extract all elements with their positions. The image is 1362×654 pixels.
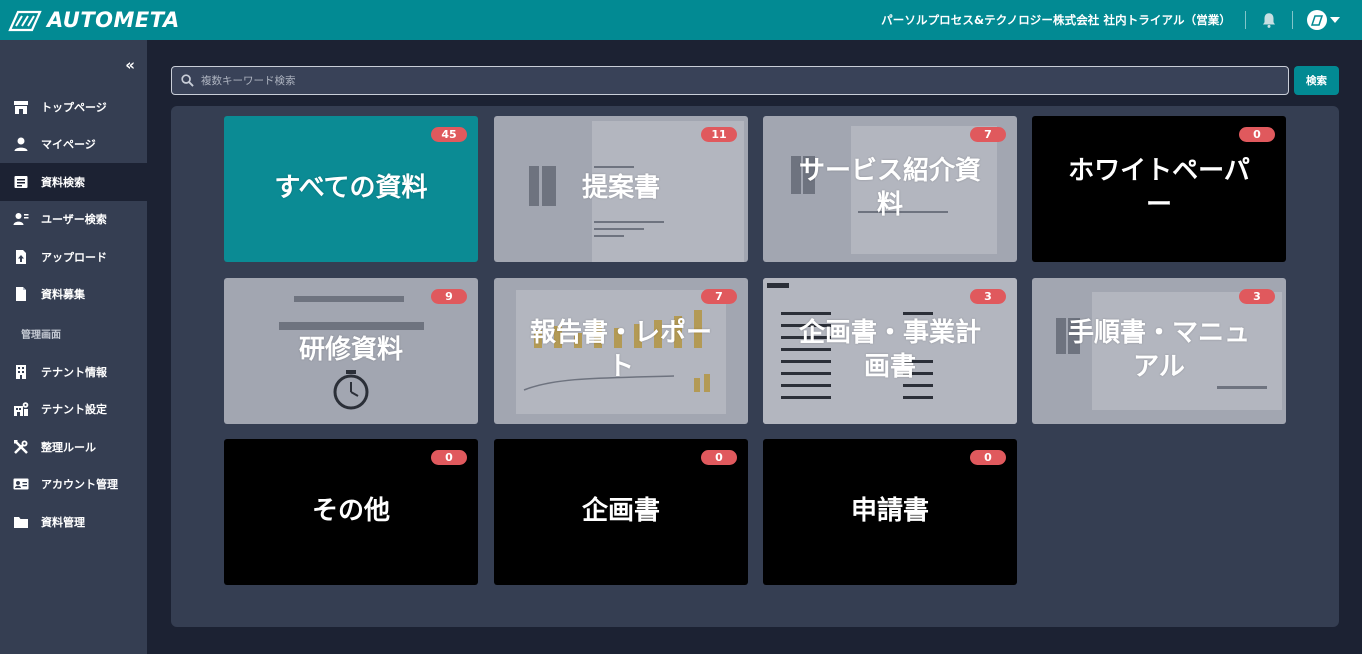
sidebar-item-label: トップページ xyxy=(41,100,107,114)
sidebar-item-label: アップロード xyxy=(41,250,107,264)
user-icon xyxy=(13,136,29,152)
category-card-whitepaper[interactable]: ホワイトペーパー 0 xyxy=(1032,116,1286,262)
sidebar-item-my-page[interactable]: マイページ xyxy=(0,126,147,164)
count-badge: 11 xyxy=(701,127,737,142)
sidebar-nav: トップページ マイページ 資料検索 ユーザー検索 アップロード 資料募集 管理画… xyxy=(0,88,147,541)
sidebar-item-label: ユーザー検索 xyxy=(41,213,107,227)
search-icon xyxy=(181,74,194,87)
header-divider xyxy=(1292,11,1293,29)
store-icon xyxy=(13,99,29,115)
sidebar-item-document-search[interactable]: 資料検索 xyxy=(0,163,147,201)
sidebar-item-account-management[interactable]: アカウント管理 xyxy=(0,466,147,504)
category-card-manual[interactable]: 手順書・マニュアル 3 xyxy=(1032,278,1286,424)
app-header: AUTOMETA パーソルプロセス&テクノロジー株式会社 社内トライアル（営業） xyxy=(0,0,1362,40)
category-card-other[interactable]: その他 0 xyxy=(224,439,478,585)
count-badge: 7 xyxy=(701,289,737,304)
category-card-training[interactable]: 研修資料 9 xyxy=(224,278,478,424)
sidebar-item-label: 資料募集 xyxy=(41,288,85,302)
category-card-proposal[interactable]: 提案書 11 xyxy=(494,116,748,262)
sidebar-item-tenant-settings[interactable]: テナント設定 xyxy=(0,391,147,429)
avatar xyxy=(1307,10,1327,30)
app-logo[interactable]: AUTOMETA xyxy=(6,8,180,32)
count-badge: 3 xyxy=(1239,289,1275,304)
category-card-application[interactable]: 申請書 0 xyxy=(763,439,1017,585)
sidebar-item-label: テナント情報 xyxy=(41,365,107,379)
folder-icon xyxy=(13,514,29,530)
logo-mark-icon xyxy=(8,10,42,32)
tenant-company-name: パーソルプロセス&テクノロジー株式会社 社内トライアル（営業） xyxy=(881,13,1231,27)
admin-section-heading: 管理画面 xyxy=(21,329,61,341)
count-badge: 0 xyxy=(431,450,467,465)
search-button[interactable]: 検索 xyxy=(1294,66,1339,95)
category-card-all[interactable]: すべての資料 45 xyxy=(224,116,478,262)
category-card-service-intro[interactable]: サービス紹介資料 7 xyxy=(763,116,1017,262)
upload-file-icon xyxy=(13,249,29,265)
building-settings-icon xyxy=(13,401,29,417)
sidebar-item-top-page[interactable]: トップページ xyxy=(0,88,147,126)
category-card-plan-business[interactable]: 企画書・事業計画書 3 xyxy=(763,278,1017,424)
sidebar-item-upload[interactable]: アップロード xyxy=(0,238,147,276)
count-badge: 0 xyxy=(1239,127,1275,142)
sidebar-item-document-request[interactable]: 資料募集 xyxy=(0,276,147,314)
chevron-down-icon xyxy=(1330,17,1340,23)
sidebar-item-label: 資料検索 xyxy=(41,175,85,189)
category-card-report[interactable]: 報告書・レポート 7 xyxy=(494,278,748,424)
sidebar-item-label: 整理ルール xyxy=(41,440,96,454)
avatar-logo-icon xyxy=(1310,15,1324,26)
keyword-search-box xyxy=(171,66,1289,95)
sidebar-collapse-button[interactable]: « xyxy=(125,56,135,74)
count-badge: 9 xyxy=(431,289,467,304)
bell-icon[interactable] xyxy=(1260,11,1278,29)
category-panel: すべての資料 45 提案書 11 サービス紹介資料 7 ホワイトペーパー 0 研… xyxy=(171,106,1339,627)
sidebar-item-document-management[interactable]: 資料管理 xyxy=(0,503,147,541)
sidebar-item-label: 資料管理 xyxy=(41,515,85,529)
user-menu[interactable] xyxy=(1307,10,1340,30)
building-icon xyxy=(13,364,29,380)
search-input[interactable] xyxy=(201,74,1261,87)
category-card-plan[interactable]: 企画書 0 xyxy=(494,439,748,585)
count-badge: 3 xyxy=(970,289,1006,304)
sidebar-item-label: マイページ xyxy=(41,138,96,152)
logo-text: AUTOMETA xyxy=(47,8,180,32)
count-badge: 0 xyxy=(970,450,1006,465)
sidebar-item-tenant-info[interactable]: テナント情報 xyxy=(0,353,147,391)
sidebar-item-user-search[interactable]: ユーザー検索 xyxy=(0,201,147,239)
sidebar-item-label: アカウント管理 xyxy=(41,478,118,492)
document-search-icon xyxy=(13,174,29,190)
file-icon xyxy=(13,286,29,302)
sidebar-item-label: テナント設定 xyxy=(41,403,107,417)
sidebar-item-organize-rules[interactable]: 整理ルール xyxy=(0,428,147,466)
user-search-icon xyxy=(13,211,29,227)
header-divider xyxy=(1245,11,1246,29)
count-badge: 0 xyxy=(701,450,737,465)
tools-icon xyxy=(13,439,29,455)
id-card-icon xyxy=(13,476,29,492)
count-badge: 45 xyxy=(431,127,467,142)
sidebar: « トップページ マイページ 資料検索 ユーザー検索 アップロード 資料募集 管… xyxy=(0,40,147,654)
count-badge: 7 xyxy=(970,127,1006,142)
